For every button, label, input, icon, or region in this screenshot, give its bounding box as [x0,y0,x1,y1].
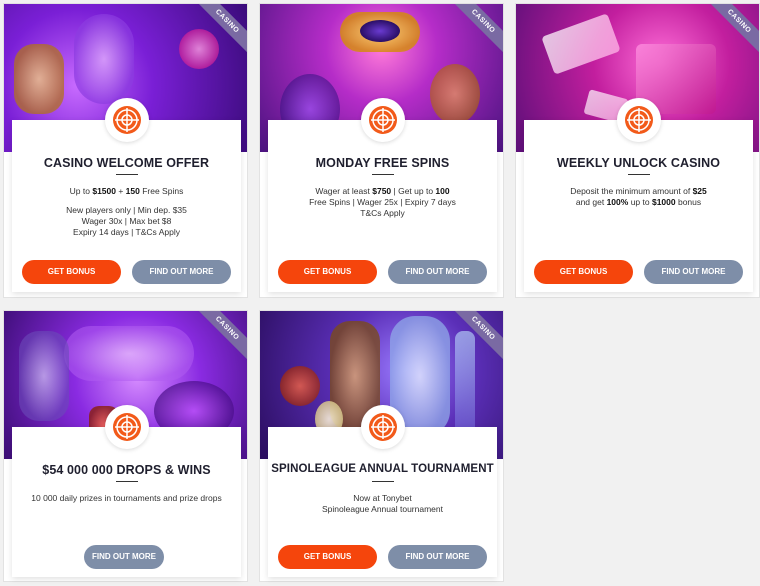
promo-card[interactable]: CASINO WEEKLY UNLOCK CASINO Deposit the … [515,3,760,298]
casino-badge: CASINO [193,311,247,363]
promo-description: Up to $1500 + 150 Free Spins New players… [22,186,231,238]
get-bonus-button[interactable]: GET BONUS [534,260,633,284]
desc-line: Expiry 14 days | T&Cs Apply [73,227,180,237]
promo-card[interactable]: CASINO SPINOLEAGUE ANNUAL TOURNAMENT Now… [259,310,504,582]
promo-card[interactable]: CASINO MONDAY FREE SPINS Wager at least … [259,3,504,298]
promo-description: Now at Tonybet Spinoleague Annual tourna… [278,493,487,515]
promo-panel: $54 000 000 DROPS & WINS 10 000 daily pr… [12,405,241,577]
promo-panel: SPINOLEAGUE ANNUAL TOURNAMENT Now at Ton… [268,405,497,577]
desc-line: 10 000 daily prizes in tournaments and p… [31,493,222,503]
promo-card[interactable]: CASINO $54 000 000 DROPS & WINS 10 000 d… [3,310,248,582]
promo-card[interactable]: CASINO CASINO WELCOME OFFER Up to $1500 … [3,3,248,298]
title-divider [371,481,394,482]
promo-panel: MONDAY FREE SPINS Wager at least $750 | … [268,98,497,292]
desc-line: and get 100% up to $1000 bonus [575,197,702,207]
find-out-more-button[interactable]: FIND OUT MORE [388,545,487,569]
promo-description: 10 000 daily prizes in tournaments and p… [22,493,231,504]
promo-description: Deposit the minimum amount of $25 and ge… [534,186,743,208]
desc-line: T&Cs Apply [360,208,405,218]
roulette-logo-icon [616,98,661,142]
promo-panel: WEEKLY UNLOCK CASINO Deposit the minimum… [524,98,753,292]
roulette-logo-icon [104,405,149,449]
desc-line: Wager 30x | Max bet $8 [81,216,172,226]
get-bonus-button[interactable]: GET BONUS [22,260,121,284]
roulette-logo-icon [360,98,405,142]
title-divider [371,174,394,175]
desc-line: Wager at least $750 | Get up to 100 [315,186,450,196]
title-divider [115,174,138,175]
find-out-more-button[interactable]: FIND OUT MORE [644,260,743,284]
desc-line: Deposit the minimum amount of $25 [570,186,707,196]
find-out-more-button[interactable]: FIND OUT MORE [84,545,164,569]
casino-badge: CASINO [449,4,503,56]
title-divider [115,481,138,482]
promo-title: SPINOLEAGUE ANNUAL TOURNAMENT [271,463,494,475]
get-bonus-button[interactable]: GET BONUS [278,545,377,569]
desc-line: New players only | Min dep. $35 [66,205,187,215]
promo-description: Wager at least $750 | Get up to 100 Free… [278,186,487,219]
get-bonus-button[interactable]: GET BONUS [278,260,377,284]
desc-line: Up to $1500 + 150 Free Spins [69,186,184,196]
desc-line: Spinoleague Annual tournament [322,504,443,514]
promo-title: $54 000 000 DROPS & WINS [42,463,211,477]
promo-panel: CASINO WELCOME OFFER Up to $1500 + 150 F… [12,98,241,292]
roulette-logo-icon [360,405,405,449]
desc-line: Now at Tonybet [353,493,412,503]
promo-title: CASINO WELCOME OFFER [43,156,210,170]
roulette-logo-icon [104,98,149,142]
promo-title: WEEKLY UNLOCK CASINO [556,156,721,170]
find-out-more-button[interactable]: FIND OUT MORE [132,260,231,284]
desc-line: Free Spins | Wager 25x | Expiry 7 days [309,197,456,207]
promo-title: MONDAY FREE SPINS [315,156,450,170]
find-out-more-button[interactable]: FIND OUT MORE [388,260,487,284]
title-divider [627,174,650,175]
